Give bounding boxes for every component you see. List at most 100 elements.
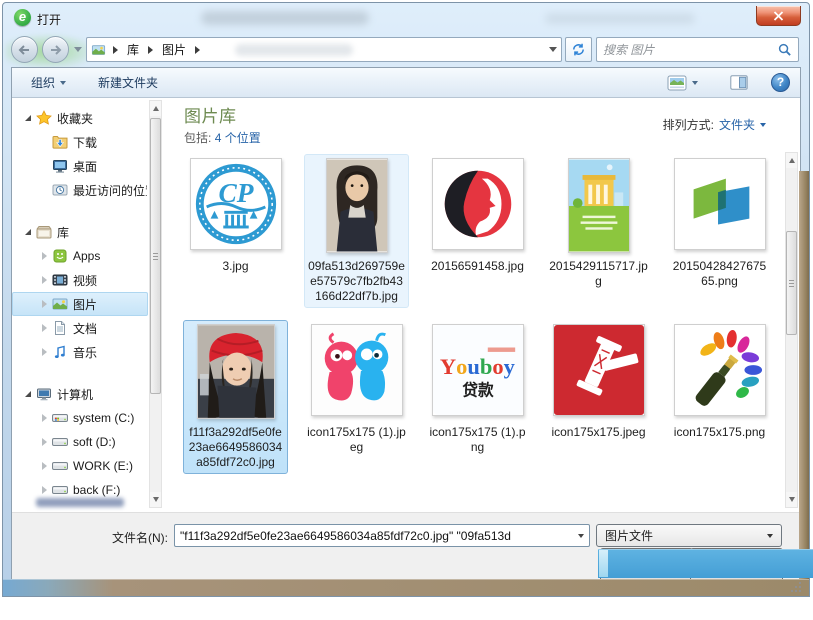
- expanded-arrow-icon[interactable]: [21, 391, 35, 397]
- sidebar-section-favorites[interactable]: 收藏夹: [12, 106, 148, 130]
- search-icon[interactable]: [777, 42, 792, 57]
- scroll-down-icon[interactable]: [786, 492, 797, 507]
- expanded-arrow-icon[interactable]: [21, 229, 35, 235]
- collapsed-arrow-icon[interactable]: [37, 300, 51, 308]
- section-label: 收藏夹: [57, 110, 93, 127]
- includes-locations-link[interactable]: 4 个位置: [215, 131, 261, 145]
- file-item[interactable]: icon175x175.jpeg: [546, 320, 651, 444]
- recent-pages-chevron-icon[interactable]: [74, 47, 82, 52]
- forward-button[interactable]: [42, 36, 69, 63]
- sidebar-item-desktop[interactable]: 桌面: [12, 154, 148, 178]
- preview-pane-button[interactable]: [721, 71, 757, 94]
- search-box[interactable]: 搜索 图片: [596, 37, 799, 62]
- arrange-value[interactable]: 文件夹: [719, 116, 755, 133]
- sidebar-section-computer[interactable]: 计算机: [12, 382, 148, 406]
- breadcrumb-arrow-icon: [195, 46, 200, 54]
- file-item[interactable]: icon175x175.png: [667, 320, 772, 444]
- change-view-button[interactable]: [658, 71, 707, 95]
- new-folder-button[interactable]: 新建文件夹: [89, 70, 167, 95]
- collapsed-arrow-icon[interactable]: [37, 438, 51, 446]
- back-arrow-icon: [17, 43, 32, 57]
- help-button[interactable]: ?: [771, 73, 790, 92]
- sidebar-item-videos[interactable]: 视频: [12, 268, 148, 292]
- recent-places-icon: [51, 182, 68, 199]
- sidebar-section-libraries[interactable]: 库: [12, 220, 148, 244]
- address-bar[interactable]: 库 图片: [86, 37, 562, 62]
- scroll-up-icon[interactable]: [150, 101, 161, 116]
- refresh-button[interactable]: [565, 37, 592, 62]
- chevron-down-icon: [767, 534, 773, 538]
- sidebar-item-drive-d[interactable]: soft (D:): [12, 430, 148, 454]
- sidebar-item-drive-c[interactable]: system (C:): [12, 406, 148, 430]
- file-item-selected-primary[interactable]: f11f3a292df5e0fe23ae6649586034a85fdf72c0…: [183, 320, 288, 474]
- sidebar-item-music[interactable]: 音乐: [12, 340, 148, 364]
- thumbnail-red-hat-photo: [197, 324, 275, 419]
- address-dropdown-icon[interactable]: [549, 47, 557, 52]
- item-label: Apps: [73, 249, 100, 263]
- refresh-icon: [571, 42, 586, 57]
- filename-dropdown-icon[interactable]: [572, 525, 589, 546]
- window-title: 打开: [37, 11, 61, 28]
- files-scrollbar[interactable]: [785, 152, 798, 508]
- file-item[interactable]: Youboy 贷款 icon175x175 (1).png: [425, 320, 530, 459]
- resize-grip-icon[interactable]: [791, 582, 803, 594]
- collapsed-arrow-icon[interactable]: [37, 252, 51, 260]
- back-button[interactable]: [11, 36, 38, 63]
- filename-combo[interactable]: [174, 524, 590, 547]
- svg-text:贷款: 贷款: [462, 380, 494, 399]
- drive-icon: [51, 482, 68, 499]
- breadcrumb-arrow-icon: [113, 46, 118, 54]
- collapsed-arrow-icon[interactable]: [37, 348, 51, 356]
- scrollbar-thumb[interactable]: [786, 231, 797, 335]
- breadcrumb-libraries[interactable]: 库: [125, 38, 141, 61]
- close-button[interactable]: [756, 6, 801, 26]
- file-item[interactable]: CP 3.jpg: [183, 154, 288, 278]
- close-icon: [773, 11, 784, 21]
- sidebar-scrollbar[interactable]: [149, 100, 162, 508]
- file-item-selected[interactable]: 09fa513d269759ee57579c7fb2fb43166d22df7b…: [304, 154, 409, 308]
- file-name: icon175x175 (1).jpeg: [307, 425, 406, 455]
- sidebar-item-documents[interactable]: 文档: [12, 316, 148, 340]
- navigation-bar: 库 图片 搜索 图片: [3, 33, 809, 67]
- thumbnail-gavel-logo: [553, 324, 645, 416]
- thumbnail-bottle-fireworks: [674, 324, 766, 416]
- filetype-select[interactable]: 图片文件: [596, 524, 782, 547]
- redacted-address-text: [235, 44, 353, 56]
- collapsed-arrow-icon[interactable]: [37, 486, 51, 494]
- collapsed-arrow-icon[interactable]: [37, 324, 51, 332]
- pictures-icon: [51, 296, 68, 313]
- organize-button[interactable]: 组织: [22, 70, 75, 95]
- forward-arrow-icon: [48, 43, 63, 57]
- sidebar-item-apps[interactable]: Apps: [12, 244, 148, 268]
- item-label: system (C:): [73, 411, 134, 425]
- file-item[interactable]: 2015042842767565.png: [667, 154, 772, 293]
- item-label: back (F:): [73, 483, 120, 497]
- breadcrumb-pictures[interactable]: 图片: [160, 38, 188, 61]
- scroll-down-icon[interactable]: [150, 492, 161, 507]
- files-pane: 图片库 包括: 4 个位置 排列方式: 文件夹: [170, 98, 800, 512]
- thumbnail-portrait-photo: [326, 158, 388, 253]
- file-item[interactable]: 20156591458.jpg: [425, 154, 530, 278]
- includes-line: 包括: 4 个位置: [184, 129, 261, 146]
- file-name: f11f3a292df5e0fe23ae6649586034a85fdf72c0…: [186, 425, 285, 470]
- collapsed-arrow-icon[interactable]: [37, 462, 51, 470]
- collapsed-arrow-icon[interactable]: [37, 414, 51, 422]
- filename-input[interactable]: [175, 529, 572, 543]
- scroll-up-icon[interactable]: [786, 153, 797, 168]
- file-item[interactable]: icon175x175 (1).jpeg: [304, 320, 409, 459]
- expanded-arrow-icon[interactable]: [21, 115, 35, 121]
- sidebar-item-recent-places[interactable]: 最近访问的位置: [12, 178, 148, 202]
- thumbnail-face-logo: [432, 158, 524, 250]
- sidebar-item-drive-e[interactable]: WORK (E:): [12, 454, 148, 478]
- file-name: 20156591458.jpg: [428, 259, 527, 274]
- collapsed-arrow-icon[interactable]: [37, 276, 51, 284]
- scrollbar-thumb[interactable]: [150, 118, 161, 394]
- titlebar[interactable]: e 打开: [3, 3, 809, 33]
- file-item[interactable]: 2015429115717.jpg: [546, 154, 651, 293]
- apps-icon: [51, 248, 68, 265]
- thumbnail-flag-logo: [674, 158, 766, 250]
- preview-pane-icon: [730, 75, 748, 90]
- sidebar-item-downloads[interactable]: 下载: [12, 130, 148, 154]
- arrange-by[interactable]: 排列方式: 文件夹: [663, 116, 766, 133]
- sidebar-item-pictures[interactable]: 图片: [12, 292, 148, 316]
